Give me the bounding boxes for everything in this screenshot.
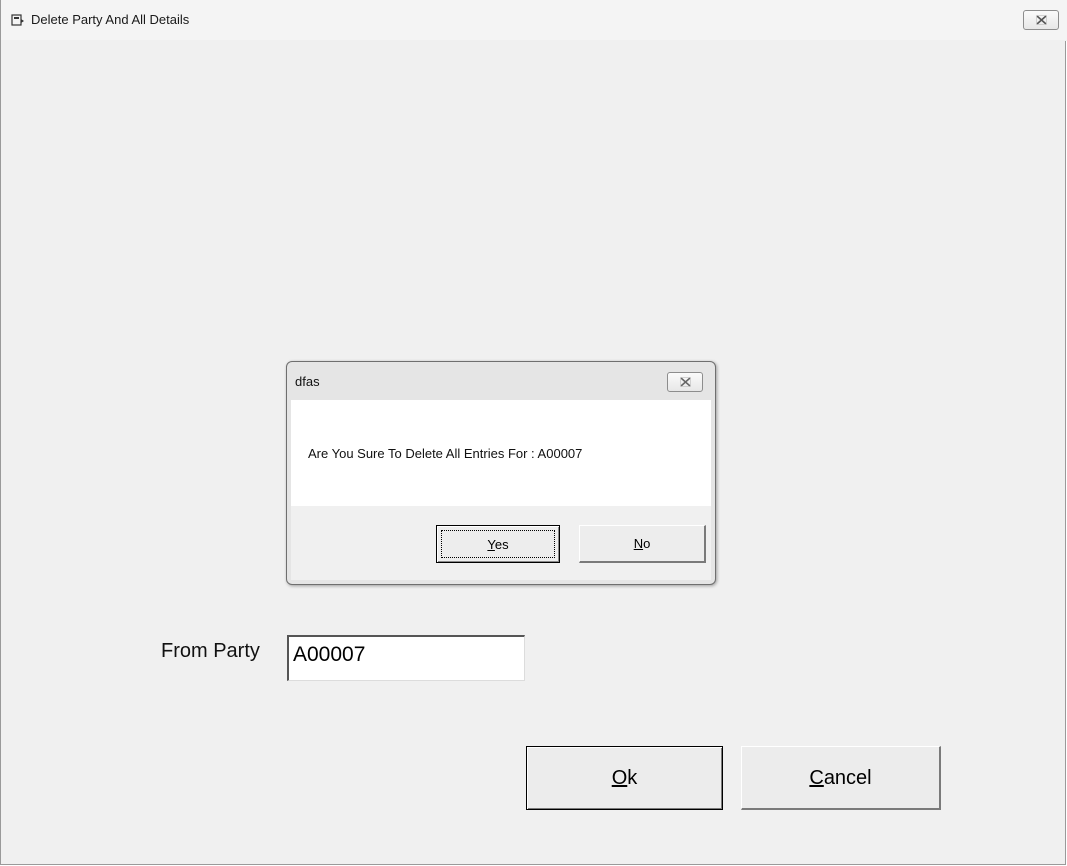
- dialog-footer: Yes No: [291, 506, 711, 580]
- no-button[interactable]: No: [579, 525, 706, 563]
- dialog-title: dfas: [295, 374, 320, 389]
- yes-mnemonic: Y: [487, 537, 495, 552]
- no-mnemonic: N: [633, 536, 644, 551]
- dialog-titlebar[interactable]: dfas: [287, 362, 715, 400]
- from-party-label: From Party: [161, 640, 260, 662]
- yes-focus-rect: Yes: [441, 530, 555, 558]
- ok-button[interactable]: Ok: [526, 746, 723, 810]
- window-app-icon[interactable]: [11, 13, 25, 27]
- ok-mnemonic: O: [611, 767, 628, 789]
- no-label-rest: o: [643, 536, 651, 551]
- cancel-button[interactable]: Cancel: [741, 746, 941, 810]
- window-title: Delete Party And All Details: [31, 12, 190, 27]
- cancel-label-rest: ancel: [823, 767, 872, 789]
- main-window: Delete Party And All Details From Party …: [0, 0, 1067, 865]
- window-close-button[interactable]: [1023, 10, 1059, 30]
- dialog-body: Are You Sure To Delete All Entries For :…: [291, 400, 711, 506]
- confirm-dialog: dfas Are You Sure To Delete All Entries …: [286, 361, 716, 585]
- ok-label-rest: k: [627, 767, 638, 789]
- window-titlebar[interactable]: Delete Party And All Details: [1, 0, 1067, 41]
- close-icon: [680, 377, 691, 387]
- dialog-message: Are You Sure To Delete All Entries For :…: [308, 446, 583, 461]
- from-party-input[interactable]: A00007: [287, 635, 525, 681]
- yes-button[interactable]: Yes: [436, 525, 560, 563]
- dialog-close-button[interactable]: [667, 372, 703, 392]
- cancel-mnemonic: C: [809, 767, 824, 789]
- close-icon: [1036, 15, 1047, 25]
- yes-label-rest: es: [494, 537, 509, 552]
